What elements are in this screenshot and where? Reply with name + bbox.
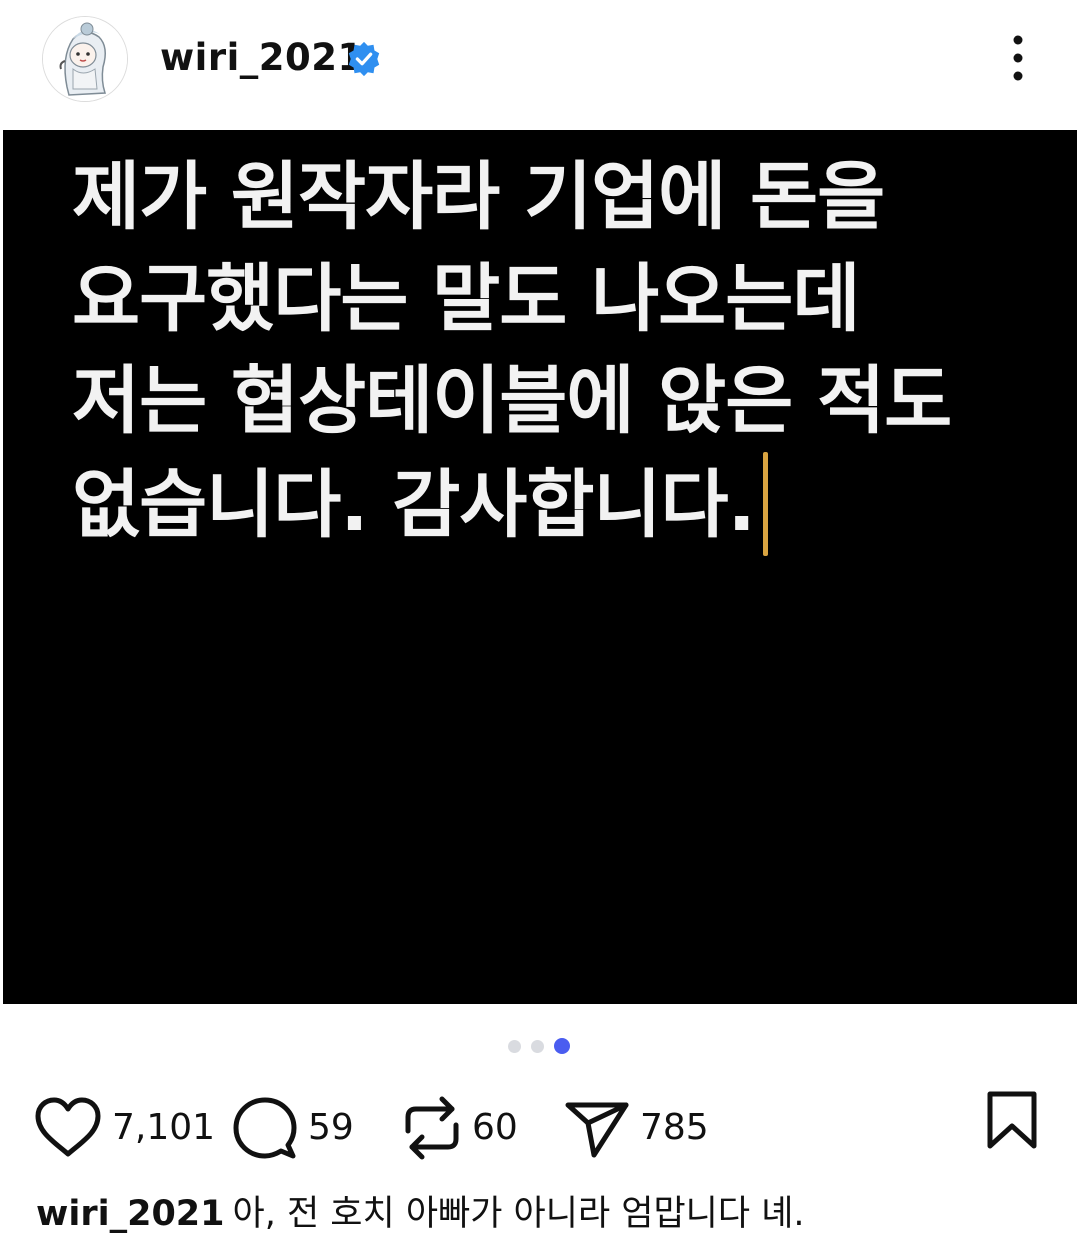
post-header: wiri_2021 xyxy=(0,0,1080,120)
comment-bubble-icon xyxy=(233,1097,297,1159)
comment-count: 59 xyxy=(308,1107,354,1148)
like-count: 7,101 xyxy=(112,1107,216,1148)
post-username[interactable]: wiri_2021 xyxy=(160,34,364,82)
post-image-text-content: 제가 원작자라 기업에 돈을 요구했다는 말도 나오는데 저는 협상테이블에 앉… xyxy=(72,154,952,548)
repost-icon xyxy=(405,1096,459,1160)
share-count: 785 xyxy=(640,1107,709,1148)
action-bar: 7,101 59 60 785 xyxy=(0,1090,1080,1166)
avatar-character-icon xyxy=(43,17,127,101)
carousel-indicator xyxy=(508,1038,570,1054)
carousel-dot-3-active xyxy=(554,1038,570,1054)
avatar[interactable] xyxy=(42,16,128,102)
post-image-text: 제가 원작자라 기업에 돈을 요구했다는 말도 나오는데 저는 협상테이블에 앉… xyxy=(72,146,1012,556)
heart-icon xyxy=(35,1097,101,1157)
carousel-dot-1 xyxy=(508,1039,521,1053)
more-vertical-icon[interactable] xyxy=(998,32,1038,84)
share-button[interactable]: 785 xyxy=(564,1090,709,1166)
repost-button[interactable]: 60 xyxy=(402,1090,518,1166)
text-cursor xyxy=(762,452,768,556)
post-caption: wiri_2021 아, 전 호치 아빠가 아니라 엄맙니다 녜. xyxy=(36,1190,1056,1238)
send-paper-plane-icon xyxy=(565,1102,629,1158)
verified-badge-icon xyxy=(348,41,380,77)
comment-button[interactable]: 59 xyxy=(232,1090,354,1166)
repost-count: 60 xyxy=(472,1107,518,1148)
carousel-dot-2 xyxy=(531,1039,544,1053)
bookmark-icon[interactable] xyxy=(986,1090,1038,1152)
caption-username[interactable]: wiri_2021 xyxy=(36,1194,225,1234)
caption-text: 아, 전 호치 아빠가 아니라 엄맙니다 녜. xyxy=(232,1194,805,1234)
like-button[interactable]: 7,101 xyxy=(34,1090,215,1166)
